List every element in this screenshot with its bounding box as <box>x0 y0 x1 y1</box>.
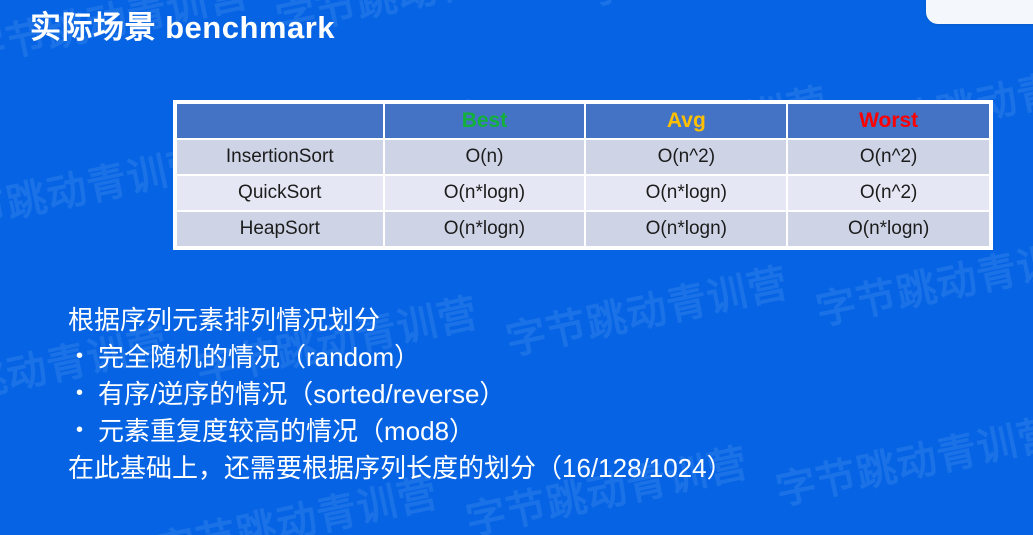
notes-block: 根据序列元素排列情况划分 完全随机的情况（random） 有序/逆序的情况（so… <box>68 302 733 487</box>
page-title: 实际场景 benchmark <box>30 10 336 45</box>
table-cell-avg: O(n*logn) <box>586 212 787 246</box>
table-cell-avg: O(n^2) <box>586 140 787 174</box>
table-cell-worst: O(n*logn) <box>788 212 989 246</box>
table-cell-best: O(n*logn) <box>384 176 585 210</box>
table-cell-algorithm-name: InsertionSort <box>177 140 383 174</box>
table-cell-algorithm-name: HeapSort <box>177 212 383 246</box>
top-right-overlay-card[interactable]: 字节跳动青训营 <box>926 0 1033 24</box>
table-cell-best: O(n) <box>384 140 585 174</box>
presentation-slide: 字节跳动青训营 字节跳动青训营 字节跳动青训营 字节跳动青训营 字节跳动青训营 … <box>0 0 1033 535</box>
notes-footer: 在此基础上，还需要根据序列长度的划分（16/128/1024） <box>68 453 733 483</box>
table-header-cell-avg: Avg <box>586 104 787 138</box>
table-cell-worst: O(n^2) <box>788 176 989 210</box>
table-cell-best: O(n*logn) <box>384 212 585 246</box>
notes-heading: 根据序列元素排列情况划分 <box>68 305 381 335</box>
table-header-row: Best Avg Worst <box>177 104 989 138</box>
table-row: QuickSort O(n*logn) O(n*logn) O(n^2) <box>177 176 989 210</box>
table-cell-avg: O(n*logn) <box>586 176 787 210</box>
table-cell-algorithm-name: QuickSort <box>177 176 383 210</box>
table-header-cell-algorithm <box>177 104 383 138</box>
table-header-cell-best: Best <box>384 104 585 138</box>
notes-bullet-mod8: 元素重复度较高的情况（mod8） <box>68 412 733 450</box>
table-row: InsertionSort O(n) O(n^2) O(n^2) <box>177 140 989 174</box>
notes-bullet-sorted-reverse: 有序/逆序的情况（sorted/reverse） <box>68 375 733 413</box>
notes-bullet-random: 完全随机的情况（random） <box>68 338 733 376</box>
table-header-cell-worst: Worst <box>788 104 989 138</box>
slide-content: 字节跳动青训营 实际场景 benchmark Best Avg Worst <box>0 0 1033 535</box>
table-row: HeapSort O(n*logn) O(n*logn) O(n*logn) <box>177 212 989 246</box>
table-cell-worst: O(n^2) <box>788 140 989 174</box>
complexity-table: Best Avg Worst InsertionSort O(n) O(n^2)… <box>173 100 993 250</box>
